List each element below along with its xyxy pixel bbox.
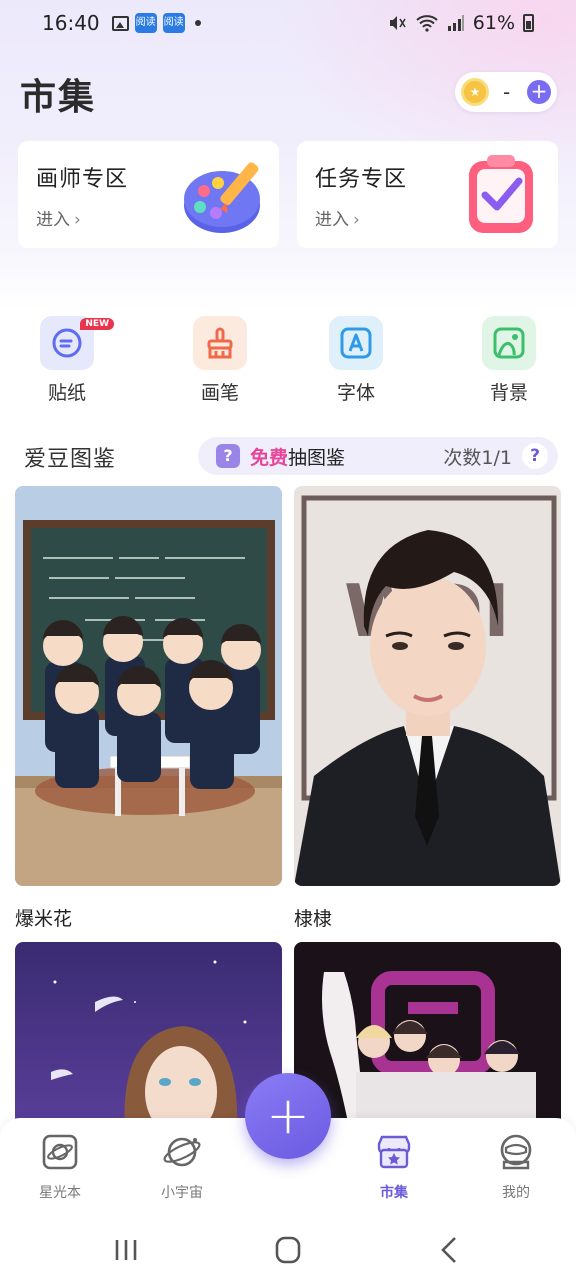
signal-icon (447, 15, 464, 31)
group-illustration (294, 942, 561, 1132)
category-font[interactable]: 字体 (316, 316, 396, 405)
image-notification-icon (111, 15, 129, 31)
artist-zone-card[interactable]: 画师专区 进入 › (18, 141, 279, 248)
category-sticker[interactable]: NEW 贴纸 (27, 316, 114, 405)
clipboard-check-icon (469, 155, 533, 233)
page-title: 市集 (20, 77, 97, 118)
portrait-illustration: WDI (294, 486, 561, 886)
mystery-box-icon: ? (216, 444, 240, 468)
category-background[interactable]: 背景 (469, 316, 549, 405)
astronaut-helmet-icon (500, 1134, 532, 1170)
status-bar: 16:40 阅读 阅读 61% (0, 0, 576, 46)
brush-icon (193, 316, 247, 370)
draw-label: 抽图鉴 (288, 446, 346, 469)
planet-icon (163, 1137, 201, 1167)
system-nav-bar (0, 1220, 576, 1280)
notebook-planet-icon (42, 1134, 78, 1170)
status-time: 16:40 (42, 11, 100, 35)
gallery-card-popcorn-name: 爆米花 (15, 908, 73, 930)
draw-count: 次数1/1 (443, 446, 512, 469)
category-brush-label: 画笔 (200, 382, 239, 404)
idol-catalog-title: 爱豆图鉴 (24, 447, 117, 472)
category-sticker-label: 贴纸 (47, 382, 86, 404)
gallery-card-didi[interactable]: WDI (294, 486, 561, 886)
nav-market-label: 市集 (380, 1185, 408, 1201)
back-icon[interactable] (430, 1232, 470, 1268)
background-icon (482, 316, 536, 370)
create-button[interactable]: + (245, 1073, 331, 1159)
free-label: 免费 (250, 446, 289, 469)
nav-market[interactable]: 市集 (349, 1132, 439, 1202)
gallery-card-3[interactable] (15, 942, 282, 1132)
store-icon (377, 1135, 411, 1169)
gallery-card-4[interactable] (294, 942, 561, 1132)
coin-value: - (503, 80, 511, 104)
sticker-icon: NEW (40, 316, 114, 370)
reader-app-icon-2: 阅读 (162, 13, 185, 33)
nav-universe[interactable]: 小宇宙 (137, 1132, 227, 1202)
free-draw-banner[interactable]: ? 免费 抽图鉴 次数1/1 ? (198, 437, 558, 475)
nav-mine-label: 我的 (502, 1185, 530, 1201)
reader-app-icon: 阅读 (134, 13, 157, 33)
gallery-card-didi-name: 棣棣 (294, 908, 333, 930)
nav-starlight[interactable]: 星光本 (15, 1132, 105, 1202)
starry-portrait-illustration (15, 942, 282, 1132)
more-notifications-dot-icon (194, 20, 201, 26)
category-background-label: 背景 (489, 382, 528, 404)
category-font-label: 字体 (336, 382, 375, 404)
add-coin-button[interactable]: + (527, 80, 551, 104)
mute-icon (389, 16, 406, 30)
home-icon[interactable] (268, 1232, 308, 1268)
palette-icon (184, 162, 260, 233)
wifi-icon (416, 15, 438, 32)
gallery-card-popcorn[interactable] (15, 486, 282, 886)
nav-starlight-label: 星光本 (39, 1185, 81, 1201)
battery-percent: 61% (472, 12, 515, 34)
help-button[interactable]: ? (522, 443, 548, 469)
coin-balance[interactable]: ★ - + (455, 72, 557, 112)
nav-universe-label: 小宇宙 (161, 1185, 203, 1201)
nav-mine[interactable]: 我的 (471, 1132, 561, 1202)
new-badge: NEW (80, 318, 114, 330)
star-coin-icon: ★ (461, 78, 489, 106)
task-zone-card[interactable]: 任务专区 进入 › (297, 141, 558, 248)
recent-apps-icon[interactable] (106, 1232, 146, 1268)
battery-icon (523, 14, 534, 32)
font-icon (329, 316, 383, 370)
popcorn-illustration (15, 486, 282, 886)
category-brush[interactable]: 画笔 (180, 316, 260, 405)
